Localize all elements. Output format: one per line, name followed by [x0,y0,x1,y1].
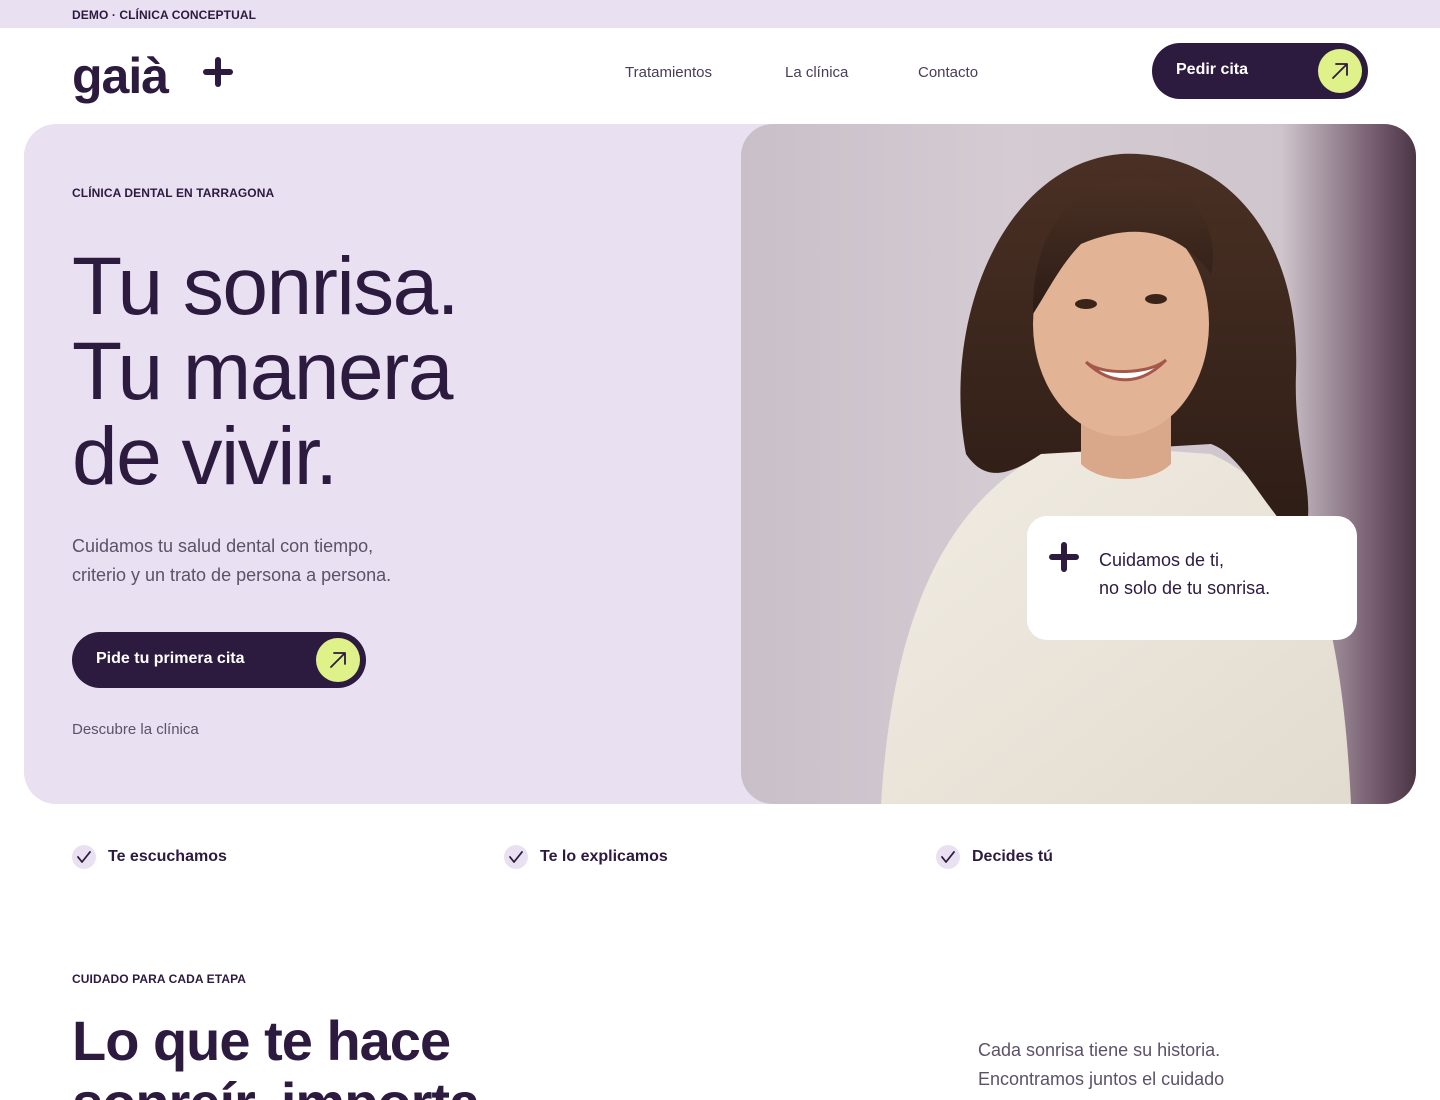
demo-banner: DEMO · CLÍNICA CONCEPTUAL [0,0,1440,28]
section-text: Cada sonrisa tiene su historia. Encontra… [978,1036,1224,1094]
quote-text: Cuidamos de ti, no solo de tu sonrisa. [1099,546,1270,602]
section-eyebrow: CUIDADO PARA CADA ETAPA [72,972,247,986]
nav-item-la-clinica[interactable]: La clínica [785,64,848,81]
hero-subtitle: Cuidamos tu salud dental con tiempo, cri… [72,532,452,590]
feature-label: Decides tú [972,848,1053,865]
quote-card: Cuidamos de ti, no solo de tu sonrisa. [1027,516,1357,640]
check-icon [936,845,960,869]
check-icon [72,845,96,869]
section-title-line: sonreír, importa [72,1072,480,1100]
nav-item-tratamientos[interactable]: Tratamientos [625,64,712,81]
hero-subtitle-line: Cuidamos tu salud dental con tiempo, [72,536,374,556]
nav-item-contacto[interactable]: Contacto [918,64,978,81]
hero-section: CLÍNICA DENTAL EN TARRAGONA Tu sonrisa. … [24,124,1416,804]
feature-label: Te lo explicamos [540,848,668,865]
discover-clinic-link[interactable]: Descubre la clínica [72,721,199,738]
hero-title-line: de vivir. [72,411,338,502]
features-row: Te escuchamos Te lo explicamos Decides t… [0,844,1440,870]
hero-subtitle-line: criterio y un trato de persona a persona… [72,565,392,585]
plus-icon [1049,542,1079,572]
quote-line: no solo de tu sonrisa. [1099,578,1271,598]
first-appointment-label: Pide tu primera cita [96,650,245,667]
logo[interactable]: gaià [72,44,252,108]
section-text-line: Cada sonrisa tiene su historia. [978,1040,1221,1060]
hero-title: Tu sonrisa. Tu manera de vivir. [72,241,460,502]
hero-eyebrow: CLÍNICA DENTAL EN TARRAGONA [72,186,275,200]
plus-icon [203,57,233,87]
book-appointment-button[interactable]: Pedir cita [1152,43,1368,99]
book-appointment-label: Pedir cita [1176,61,1249,78]
demo-banner-text: DEMO · CLÍNICA CONCEPTUAL [72,8,257,22]
hero-title-line: Tu manera [72,326,453,417]
quote-line: Cuidamos de ti, [1099,550,1225,570]
section-text-line: Encontramos juntos el cuidado [978,1069,1225,1089]
site-header: gaià Tratamientos La clínica Contacto Pe… [0,28,1440,124]
section-title: Lo que te hace sonreír, importa [72,1009,480,1100]
hero-photo [741,124,1416,804]
arrow-up-right-icon [316,638,360,682]
first-appointment-button[interactable]: Pide tu primera cita [72,632,366,688]
feature-label: Te escuchamos [108,848,227,865]
check-icon [504,845,528,869]
logo-text: gaià [72,48,169,104]
arrow-up-right-icon [1318,49,1362,93]
section-title-line: Lo que te hace [72,1009,451,1072]
portrait-illustration [881,153,1351,804]
hero-title-line: Tu sonrisa. [72,241,460,332]
